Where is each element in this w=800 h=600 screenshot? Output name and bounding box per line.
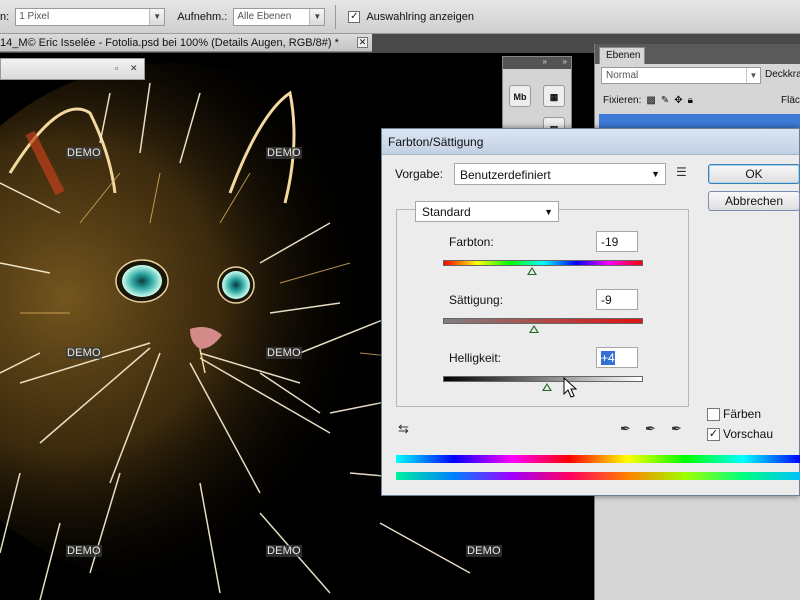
watermark: DEMO bbox=[66, 147, 102, 159]
lightness-input[interactable]: +4 bbox=[596, 347, 638, 368]
preset-options-icon[interactable]: ☰ bbox=[676, 165, 687, 179]
targeted-adjustment-icon[interactable]: ⇆ bbox=[398, 421, 409, 437]
chevron-down-icon: ▼ bbox=[746, 68, 760, 83]
eyedropper-minus-icon[interactable]: ✒ bbox=[671, 421, 682, 437]
chevron-down-icon: ▼ bbox=[544, 207, 553, 217]
blend-mode-select[interactable]: Normal ▼ bbox=[601, 67, 761, 84]
show-ring-label: Auswahlring anzeigen bbox=[366, 10, 474, 23]
restore-icon[interactable]: ▫ bbox=[115, 63, 118, 73]
floating-window-bar[interactable]: ▫ ✕ bbox=[0, 58, 145, 80]
divider bbox=[335, 4, 337, 29]
options-bar: n: 1 Pixel ▼ Aufnehm.: Alle Ebenen ▼ ✓ A… bbox=[0, 0, 800, 34]
channel-select[interactable]: Standard ▼ bbox=[415, 201, 559, 222]
hue-saturation-dialog: Farbton/Sättigung Vorgabe: Benutzerdefin… bbox=[381, 128, 800, 496]
hue-input[interactable]: -19 bbox=[596, 231, 638, 252]
saturation-value: -9 bbox=[601, 293, 612, 307]
preview-label: Vorschau bbox=[723, 427, 774, 441]
watermark: DEMO bbox=[66, 347, 102, 359]
close-icon[interactable]: ✕ bbox=[130, 63, 138, 74]
sample-size-value: 1 Pixel bbox=[19, 11, 50, 22]
watermark: DEMO bbox=[266, 147, 302, 159]
tab-layers[interactable]: Ebenen bbox=[599, 47, 645, 64]
preset-select[interactable]: Benutzerdefiniert ▼ bbox=[454, 163, 666, 185]
sample-size-select[interactable]: 1 Pixel ▼ bbox=[15, 7, 166, 26]
panel-collapse-icon[interactable]: » » bbox=[503, 57, 571, 69]
preview-checkbox[interactable]: ✓ Vorschau bbox=[707, 427, 773, 441]
lightness-value: +4 bbox=[601, 351, 615, 365]
lock-all-icon[interactable]: 🔒︎ bbox=[688, 95, 693, 106]
document-tab[interactable]: 14_M© Eric Isselée - Fotolia.psd bei 100… bbox=[0, 34, 372, 52]
lock-row: Fixieren: ▩ ✎ ✥ 🔒︎ bbox=[603, 95, 693, 106]
saturation-slider-thumb[interactable] bbox=[529, 325, 539, 333]
preset-value: Benutzerdefiniert bbox=[460, 168, 551, 182]
mini-bridge-button[interactable]: Mb bbox=[509, 85, 531, 107]
sample-layers-value: Alle Ebenen bbox=[237, 11, 292, 22]
sample-layers-select[interactable]: Alle Ebenen ▼ bbox=[233, 7, 326, 26]
colorize-check[interactable] bbox=[707, 407, 720, 421]
output-color-bar bbox=[396, 472, 800, 480]
saturation-slider[interactable] bbox=[443, 318, 643, 324]
ok-button[interactable]: OK bbox=[708, 164, 800, 184]
watermark: DEMO bbox=[466, 545, 502, 557]
mouse-cursor-icon bbox=[563, 377, 578, 398]
preview-check[interactable]: ✓ bbox=[707, 427, 720, 441]
cancel-button[interactable]: Abbrechen bbox=[708, 191, 800, 211]
chevron-down-icon: ▼ bbox=[309, 8, 325, 25]
blend-mode-value: Normal bbox=[606, 70, 639, 81]
panel-tab-row: Ebenen bbox=[595, 44, 800, 64]
fill-label: Fläch bbox=[781, 95, 800, 106]
watermark: DEMO bbox=[266, 347, 302, 359]
sample-label: Aufnehm.: bbox=[177, 10, 228, 23]
close-icon[interactable]: ✕ bbox=[357, 37, 368, 48]
opacity-label: Deckkra bbox=[765, 69, 800, 80]
lock-pixels-icon[interactable]: ✎ bbox=[661, 95, 669, 106]
size-label: n: bbox=[0, 10, 10, 23]
watermark: DEMO bbox=[66, 545, 102, 557]
lock-label: Fixieren: bbox=[603, 95, 642, 106]
hue-label: Farbton: bbox=[449, 235, 494, 249]
lightness-slider-thumb[interactable] bbox=[542, 383, 552, 391]
hue-slider-thumb[interactable] bbox=[527, 267, 538, 275]
eyedropper-plus-icon[interactable]: ✒ bbox=[645, 421, 656, 437]
chevron-down-icon: ▼ bbox=[651, 169, 660, 179]
chevron-down-icon: ▼ bbox=[149, 8, 165, 25]
dialog-title: Farbton/Sättigung bbox=[382, 129, 799, 155]
hue-slider[interactable] bbox=[443, 260, 643, 266]
lock-position-icon[interactable]: ✥ bbox=[674, 95, 682, 106]
preset-label: Vorgabe: bbox=[395, 167, 444, 181]
lock-transparency-icon[interactable]: ▩ bbox=[646, 95, 655, 106]
lightness-label: Helligkeit: bbox=[449, 351, 502, 365]
show-ring-checkbox[interactable]: ✓ bbox=[348, 10, 361, 23]
saturation-input[interactable]: -9 bbox=[596, 289, 638, 310]
saturation-label: Sättigung: bbox=[449, 293, 504, 307]
hue-value: -19 bbox=[601, 235, 619, 249]
watermark: DEMO bbox=[266, 545, 302, 557]
document-title: 14_M© Eric Isselée - Fotolia.psd bei 100… bbox=[0, 36, 339, 49]
lightness-slider[interactable] bbox=[443, 376, 643, 382]
channel-value: Standard bbox=[422, 205, 471, 219]
input-color-bar bbox=[396, 455, 800, 463]
eyedropper-icon[interactable]: ✒ bbox=[620, 421, 631, 437]
colorize-label: Färben bbox=[723, 407, 762, 421]
grid-icon[interactable]: ▦ bbox=[543, 85, 565, 107]
colorize-checkbox[interactable]: Färben bbox=[707, 407, 761, 421]
